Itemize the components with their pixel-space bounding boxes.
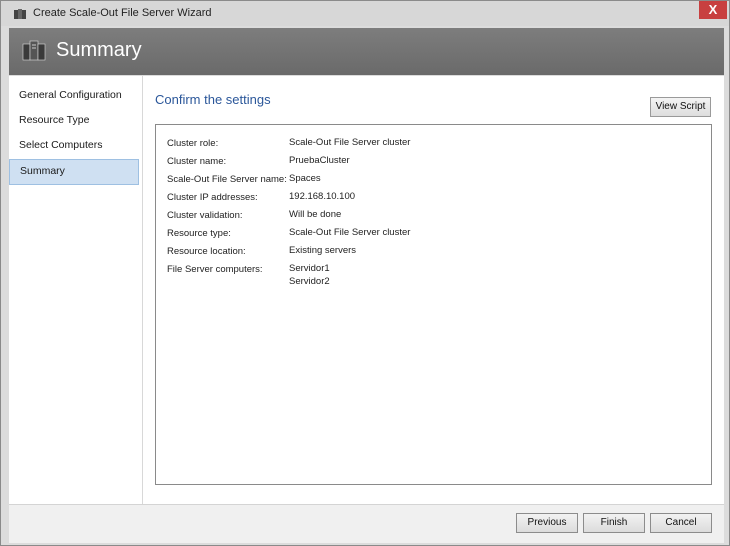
previous-button[interactable]: Previous <box>516 513 578 533</box>
setting-value: Servidor2 <box>289 276 330 287</box>
sidebar-item-label: Summary <box>20 165 65 177</box>
window-title: Create Scale-Out File Server Wizard <box>33 7 212 19</box>
setting-label: Cluster validation: <box>167 210 243 221</box>
view-script-button[interactable]: View Script <box>650 97 711 117</box>
sidebar-item-label: General Configuration <box>19 89 122 101</box>
setting-value: Spaces <box>289 173 321 184</box>
cancel-button[interactable]: Cancel <box>650 513 712 533</box>
sidebar-item-resource-type[interactable]: Resource Type <box>9 109 139 133</box>
wizard-window: Create Scale-Out File Server Wizard X Su… <box>0 0 730 546</box>
setting-label: Cluster role: <box>167 138 219 149</box>
sidebar-item-general-configuration[interactable]: General Configuration <box>9 84 139 108</box>
setting-value: Scale-Out File Server cluster <box>289 137 411 148</box>
server-cluster-icon <box>13 7 27 19</box>
setting-value: Will be done <box>289 209 342 220</box>
setting-label: File Server computers: <box>167 264 263 275</box>
setting-value: Servidor1 <box>289 263 330 274</box>
setting-value: Scale-Out File Server cluster <box>289 227 411 238</box>
setting-value: PruebaCluster <box>289 155 350 166</box>
main-content: Confirm the settings View Script Cluster… <box>143 76 724 504</box>
setting-label: Scale-Out File Server name: <box>167 174 287 185</box>
setting-value: 192.168.10.100 <box>289 191 356 202</box>
wizard-steps-sidebar: General Configuration Resource Type Sele… <box>9 76 143 504</box>
title-bar[interactable]: Create Scale-Out File Server Wizard X <box>1 1 729 26</box>
close-icon: X <box>708 2 718 17</box>
setting-label: Cluster name: <box>167 156 227 167</box>
finish-button[interactable]: Finish <box>583 513 645 533</box>
sidebar-item-label: Resource Type <box>19 114 90 126</box>
wizard-footer: Previous Finish Cancel <box>9 504 724 543</box>
close-button[interactable]: X <box>699 1 727 19</box>
setting-label: Cluster IP addresses: <box>167 192 258 203</box>
section-heading: Confirm the settings <box>155 92 271 107</box>
settings-summary-box[interactable]: Cluster role: Scale-Out File Server clus… <box>155 124 712 485</box>
server-cluster-icon <box>21 38 47 64</box>
setting-label: Resource location: <box>167 246 246 257</box>
setting-label: Resource type: <box>167 228 231 239</box>
setting-value: Existing servers <box>289 245 357 256</box>
sidebar-item-summary[interactable]: Summary <box>9 159 139 185</box>
wizard-header: Summary <box>9 28 724 75</box>
sidebar-item-select-computers[interactable]: Select Computers <box>9 134 139 158</box>
sidebar-item-label: Select Computers <box>19 139 103 151</box>
page-title: Summary <box>56 39 142 61</box>
